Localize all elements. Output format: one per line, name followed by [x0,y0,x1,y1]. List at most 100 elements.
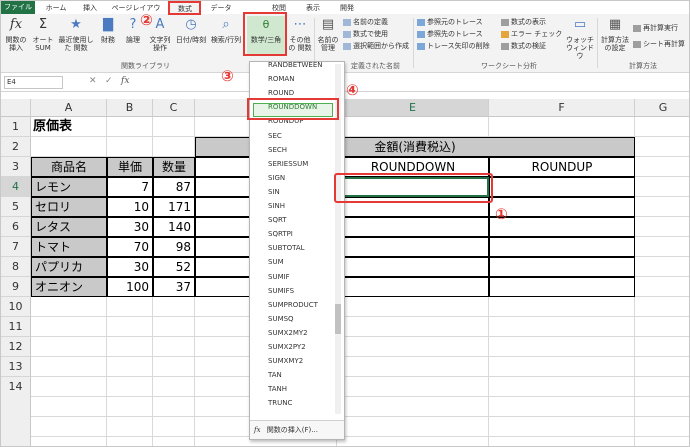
row-header-2[interactable]: 2 [1,137,31,157]
function-item[interactable]: SIN [268,187,280,197]
roundup-cell[interactable] [489,197,635,217]
function-item[interactable]: SUMIF [268,272,290,282]
function-item[interactable]: SUM [268,257,284,267]
row-header-9[interactable]: 9 [1,277,31,297]
quantity-cell[interactable]: 98 [153,237,195,257]
roundup-cell[interactable] [489,237,635,257]
financial-button[interactable]: ▇ 財務 [97,16,119,44]
header-unit-price[interactable]: 単価 [107,157,153,177]
header-product-name[interactable]: 商品名 [31,157,107,177]
lookup-button[interactable]: ⌕ 検索/行列 [209,16,243,44]
trace-precedents-button[interactable]: 参照元のトレース [417,18,483,27]
product-name-cell[interactable]: オニオン [31,277,107,297]
quantity-cell[interactable]: 52 [153,257,195,277]
function-item[interactable]: TAN [268,370,282,380]
function-item[interactable]: SUMXMY2 [268,356,303,366]
row-header-1[interactable]: 1 [1,117,31,137]
quantity-cell[interactable]: 140 [153,217,195,237]
remove-arrows-button[interactable]: トレース矢印の削除 [417,42,490,51]
name-manager-button[interactable]: ▤ 名前の 管理 [315,16,341,52]
name-box[interactable]: E4 [4,76,63,89]
function-item[interactable]: SUMX2PY2 [268,342,306,352]
row-header-11[interactable]: 11 [1,317,31,337]
product-name-cell[interactable]: トマト [31,237,107,257]
function-item[interactable]: TRUNC [268,398,292,408]
roundup-cell[interactable] [489,217,635,237]
row-header-4[interactable]: 4 [1,177,31,197]
scrollbar-thumb[interactable] [335,304,341,334]
rounddown-cell[interactable] [337,277,489,297]
header-quantity[interactable]: 数量 [153,157,195,177]
function-item[interactable]: SUMIFS [268,286,294,296]
unit-price-cell[interactable]: 100 [107,277,153,297]
error-check-button[interactable]: エラー チェック [501,30,562,39]
create-from-selection-button[interactable]: 選択範囲から作成 [343,42,409,51]
function-item[interactable]: RANDBETWEEN [268,62,323,70]
autosum-button[interactable]: Σ オート SUM [31,16,55,52]
function-item[interactable]: SINH [268,201,285,211]
define-name-button[interactable]: 名前の定義 [343,18,388,27]
row-header-10[interactable]: 10 [1,297,31,317]
row-header-14[interactable]: 14 [1,377,31,446]
quantity-cell[interactable]: 37 [153,277,195,297]
row-header-8[interactable]: 8 [1,257,31,277]
trace-dependents-button[interactable]: 参照先のトレース [417,30,483,39]
product-name-cell[interactable]: パプリカ [31,257,107,277]
function-item[interactable]: SQRTPI [268,229,293,239]
evaluate-formula-button[interactable]: 数式の検証 [501,42,546,51]
product-name-cell[interactable]: レモン [31,177,107,197]
roundup-cell[interactable] [489,277,635,297]
row-header-12[interactable]: 12 [1,337,31,357]
function-item[interactable]: SECH [268,145,287,155]
sheet-title[interactable]: 原価表 [33,118,133,136]
function-item[interactable]: SUMSQ [268,314,294,324]
function-item[interactable]: SUMX2MY2 [268,328,308,338]
roundup-cell[interactable] [489,257,635,277]
tab-developer[interactable]: 開発 [333,2,361,14]
watch-window-button[interactable]: ▭ ウォッチ ウィンドウ [565,16,595,60]
unit-price-cell[interactable]: 7 [107,177,153,197]
product-name-cell[interactable]: セロリ [31,197,107,217]
tab-data[interactable]: データ [207,2,235,14]
enter-icon[interactable]: ✓ [105,76,113,86]
quantity-cell[interactable]: 87 [153,177,195,197]
select-all[interactable] [1,99,31,117]
show-formulas-button[interactable]: 数式の表示 [501,18,546,27]
row-header-6[interactable]: 6 [1,217,31,237]
rounddown-cell[interactable] [337,217,489,237]
tab-home[interactable]: ホーム [41,2,71,14]
unit-price-cell[interactable]: 10 [107,197,153,217]
function-item[interactable]: SQRT [268,215,287,225]
unit-price-cell[interactable]: 70 [107,237,153,257]
row-header-13[interactable]: 13 [1,357,31,377]
roundup-cell[interactable] [489,177,635,197]
calc-sheet-button[interactable]: シート再計算 [633,40,685,49]
rounddown-cell[interactable] [337,257,489,277]
function-item[interactable]: ROMAN [268,74,294,84]
tab-insert[interactable]: 挿入 [77,2,103,14]
quantity-cell[interactable]: 171 [153,197,195,217]
column-header-a[interactable]: A [31,99,107,117]
calc-options-button[interactable]: ▦ 計算方法 の設定 [599,16,631,52]
function-item[interactable]: SUBTOTAL [268,243,305,253]
function-item[interactable]: ROUND [268,88,294,98]
function-item[interactable]: SERIESSUM [268,159,308,169]
column-header-e[interactable]: E [337,99,489,117]
row-header-7[interactable]: 7 [1,237,31,257]
tab-page-layout[interactable]: ページレイアウト [109,2,163,24]
insert-function-button[interactable]: fx 関数の挿入 [3,16,29,52]
column-header-f[interactable]: F [489,99,635,117]
column-header-g[interactable]: G [635,99,689,117]
recent-functions-button[interactable]: ★ 最近使用した 関数 [57,16,95,52]
product-name-cell[interactable]: レタス [31,217,107,237]
function-item[interactable]: SEC [268,131,282,141]
insert-function-footer[interactable]: fx 関数の挿入(F)... [250,420,344,439]
more-functions-button[interactable]: ⋯ その他の 関数 [287,16,313,52]
cancel-icon[interactable]: ✕ [89,76,97,86]
unit-price-cell[interactable]: 30 [107,257,153,277]
unit-price-cell[interactable]: 30 [107,217,153,237]
function-item[interactable]: TANH [268,384,287,394]
calc-now-button[interactable]: 再計算実行 [633,24,678,33]
column-header-b[interactable]: B [107,99,153,117]
function-item[interactable]: SUMPRODUCT [268,300,318,310]
